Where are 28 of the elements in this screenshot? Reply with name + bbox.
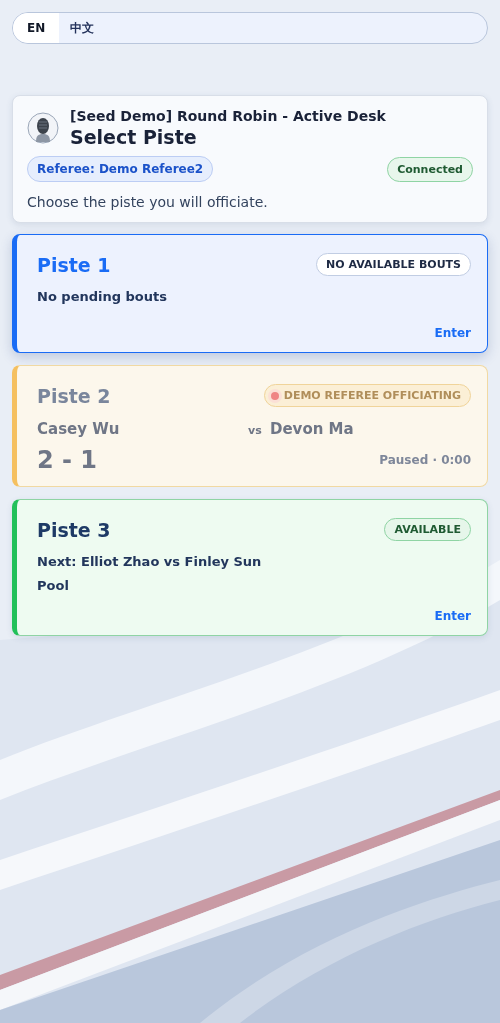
avatar-icon [27, 112, 59, 144]
bout-score: 2 - 1 [37, 446, 98, 474]
vs-label: vs [248, 424, 263, 437]
language-option[interactable]: EN [13, 13, 60, 43]
bout-message: No pending bouts [37, 289, 168, 304]
piste-name: Piste 1 [37, 253, 111, 276]
fencer-name: Casey Wu [37, 420, 121, 438]
piste-card[interactable]: Piste 1 NO AVAILABLE BOUTS No pending bouts Enter [12, 234, 488, 353]
status-text: DEMO REFEREE OFFICIATING [283, 389, 461, 402]
referee-badge: Referee: Demo Referee2 [27, 156, 214, 182]
piste-name: Piste 3 [37, 518, 111, 541]
piste-card[interactable]: Piste 3 AVAILABLE Next: Elliot Zhao vs Finley Sun Pool Enter [12, 499, 488, 636]
event-title: [Seed Demo] Round Robin - Active Desk [70, 108, 386, 124]
piste-card[interactable]: Piste 2 DEMO REFEREE OFFICIATING Casey Wu vs Devon Ma 2 - 1 Paused · 0:00 [12, 365, 488, 487]
enter-link[interactable]: Enter [434, 609, 471, 623]
piste-name: Piste 2 [37, 384, 111, 407]
live-dot-icon [270, 391, 279, 400]
round-label: Pool [37, 578, 70, 593]
bout-clock: Paused · 0:00 [379, 453, 471, 467]
status-text: NO AVAILABLE BOUTS [326, 258, 461, 271]
instruction-text: Choose the piste you will officiate. [27, 194, 269, 210]
fencer-name: Devon Ma [270, 420, 354, 438]
page-title: Select Piste [70, 126, 198, 148]
language-option[interactable]: 中文 [59, 13, 106, 43]
status-text: AVAILABLE [394, 523, 461, 536]
next-bout: Next: Elliot Zhao vs Finley Sun [37, 554, 263, 569]
connection-status: Connected [387, 156, 473, 182]
enter-link[interactable]: Enter [434, 326, 471, 340]
